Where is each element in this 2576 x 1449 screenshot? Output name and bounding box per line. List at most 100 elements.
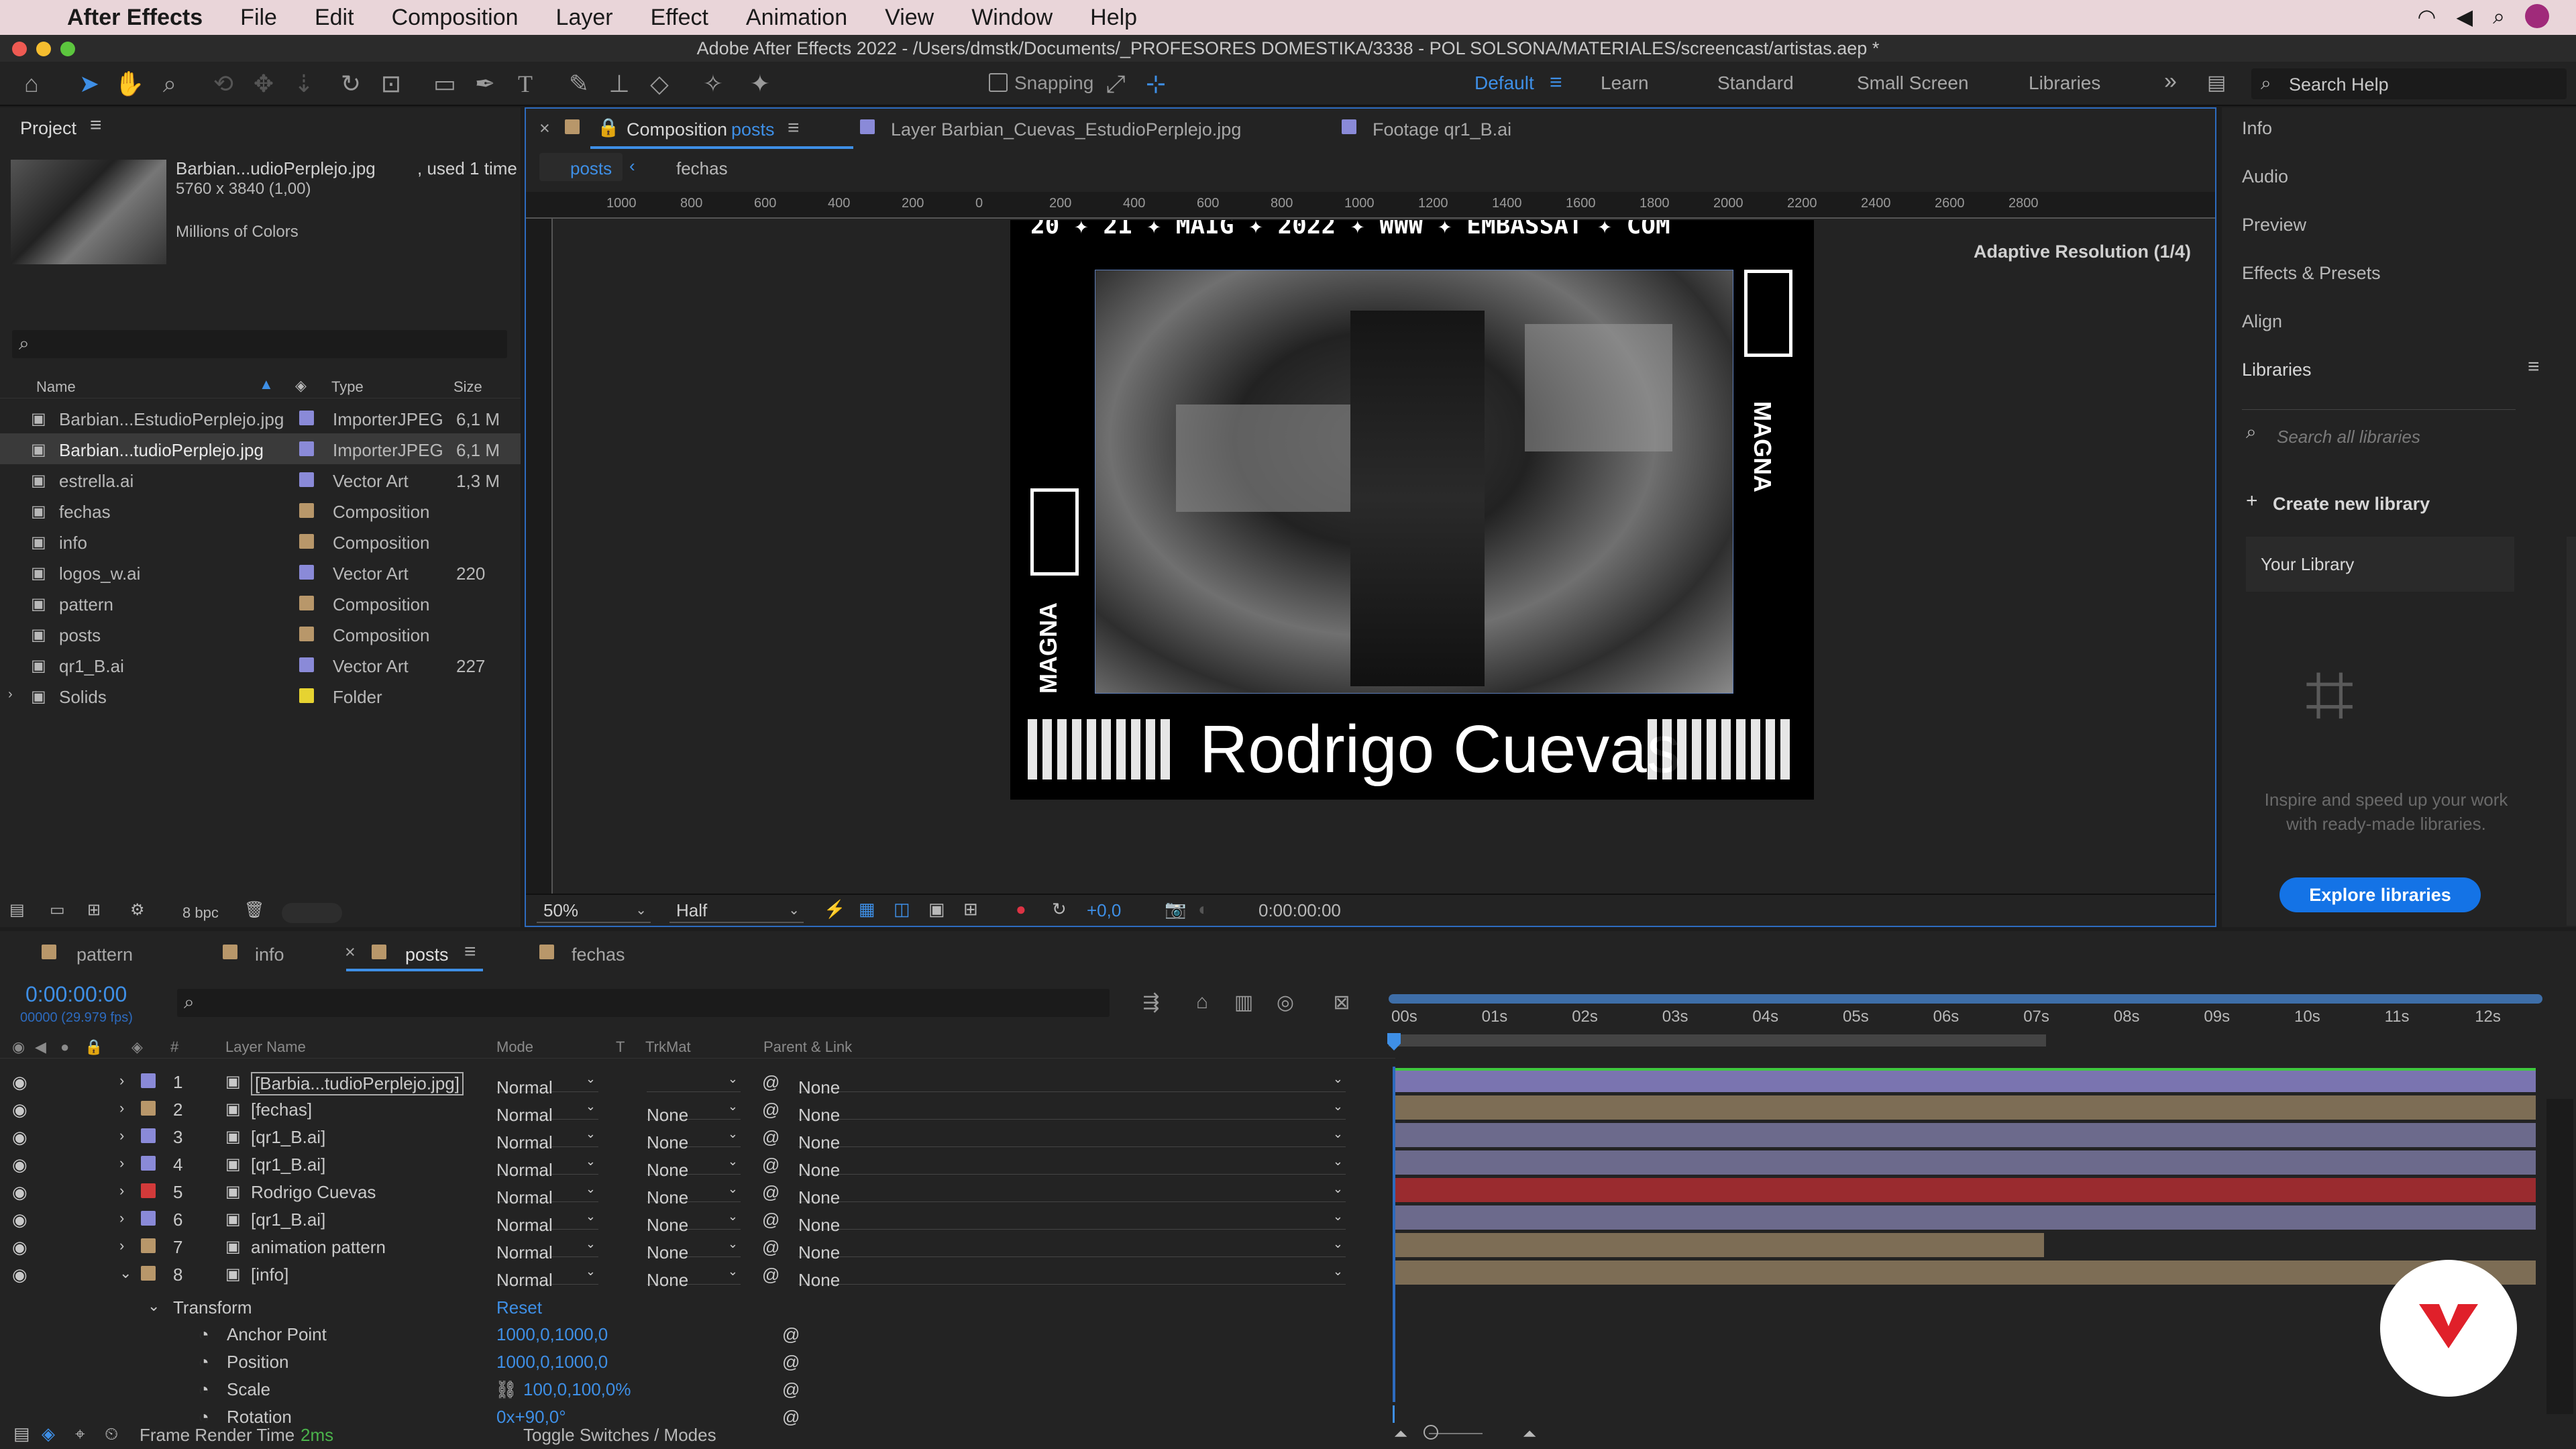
blend-mode-dropdown[interactable]: Normal ⌄ bbox=[496, 1265, 598, 1290]
breadcrumb-posts[interactable]: posts bbox=[570, 158, 612, 179]
property-value[interactable]: 1000,0,1000,0 bbox=[496, 1324, 608, 1345]
solo-switch-icon[interactable]: ● bbox=[60, 1038, 69, 1056]
comp-tab-menu-icon[interactable]: ≡ bbox=[788, 117, 800, 140]
layer-name[interactable]: [qr1_B.ai] bbox=[251, 1155, 325, 1175]
parent-dropdown[interactable]: None ⌄ bbox=[798, 1072, 1346, 1097]
twirl-arrow-icon[interactable]: › bbox=[119, 1099, 124, 1117]
motion-blur-icon[interactable]: ◎ bbox=[1272, 989, 1299, 1016]
rectangle-tool-icon[interactable]: ▭ bbox=[429, 68, 460, 99]
project-item[interactable]: ▣ qr1_B.ai Vector Art 227 bbox=[0, 649, 521, 680]
breadcrumb-fechas[interactable]: fechas bbox=[676, 158, 728, 179]
transform-property[interactable]: ◔ Position 1000,0,1000,0 @ bbox=[0, 1346, 1395, 1374]
pickwhip-icon[interactable]: @ bbox=[782, 1352, 800, 1373]
timeline-scrollbar[interactable] bbox=[2546, 1099, 2573, 1414]
playhead[interactable] bbox=[1393, 1067, 1395, 1402]
blend-mode-dropdown[interactable]: Normal ⌄ bbox=[496, 1182, 598, 1208]
video-switch-icon[interactable]: ◉ bbox=[12, 1038, 25, 1056]
explore-libraries-button[interactable]: Explore libraries bbox=[2279, 877, 2481, 912]
blend-mode-dropdown[interactable]: Normal ⌄ bbox=[496, 1099, 598, 1125]
help-search-input[interactable]: ⌕ Search Help bbox=[2251, 68, 2567, 99]
reset-exposure-icon[interactable]: ↻ bbox=[1052, 899, 1067, 920]
project-item[interactable]: ▣ info Composition bbox=[0, 526, 521, 557]
timeline-tab-info[interactable]: info bbox=[255, 945, 284, 965]
layer-duration-bar[interactable] bbox=[1393, 1150, 2536, 1175]
pen-tool-icon[interactable]: ✒ bbox=[470, 68, 500, 99]
column-parent[interactable]: Parent & Link bbox=[763, 1038, 852, 1056]
comp-tab-name[interactable]: posts bbox=[731, 119, 775, 140]
pan-behind-tool-icon[interactable]: ⊡ bbox=[376, 68, 407, 99]
poster-photo[interactable] bbox=[1095, 270, 1733, 694]
eye-icon[interactable]: ◉ bbox=[12, 1237, 28, 1258]
blend-mode-dropdown[interactable]: Normal ⌄ bbox=[496, 1210, 598, 1235]
draft-3d-icon[interactable]: ⌂ bbox=[1189, 989, 1216, 1016]
twirl-arrow-icon[interactable]: ⌄ bbox=[119, 1265, 131, 1282]
project-item[interactable]: ▣ Barbian...tudioPerplejo.jpg ImporterJPEG… bbox=[0, 433, 521, 464]
audio-switch-icon[interactable]: ◀ bbox=[35, 1038, 46, 1056]
pickwhip-icon[interactable]: @ bbox=[762, 1182, 780, 1203]
pickwhip-icon[interactable]: @ bbox=[762, 1155, 780, 1175]
menu-effect[interactable]: Effect bbox=[651, 5, 708, 31]
timeline-tab-pattern[interactable]: pattern bbox=[76, 945, 133, 965]
menu-edit[interactable]: Edit bbox=[315, 5, 354, 31]
layer-name[interactable]: [info] bbox=[251, 1265, 288, 1285]
track-matte-dropdown[interactable]: ⌄ bbox=[647, 1072, 741, 1092]
column-size[interactable]: Size bbox=[453, 378, 482, 396]
layer-duration-bar[interactable] bbox=[1393, 1233, 2045, 1257]
layer-row[interactable]: ◉ › 5 ▣ Rodrigo Cuevas Normal ⌄ None ⌄ @ None ⌄ bbox=[0, 1177, 1395, 1208]
project-tab[interactable]: Project bbox=[20, 118, 76, 139]
blend-mode-dropdown[interactable]: Normal ⌄ bbox=[496, 1072, 598, 1097]
eye-icon[interactable]: ◉ bbox=[12, 1155, 28, 1175]
pickwhip-icon[interactable]: @ bbox=[762, 1210, 780, 1230]
stopwatch-icon[interactable]: ◔ bbox=[199, 1379, 209, 1400]
rotate-tool-icon[interactable]: ↻ bbox=[335, 68, 366, 99]
close-window-button[interactable] bbox=[12, 42, 27, 56]
eye-icon[interactable]: ◉ bbox=[12, 1265, 28, 1285]
render-time-icon[interactable]: ⏲ bbox=[105, 1424, 118, 1445]
menu-animation[interactable]: Animation bbox=[746, 5, 847, 31]
poster-canvas[interactable]: 20 ✦ 21 ✦ MAIG ✦ 2022 ✦ WWW ✦ EMBASSAT ✦… bbox=[1010, 220, 1814, 800]
menu-help[interactable]: Help bbox=[1090, 5, 1137, 31]
project-item[interactable]: ▣ fechas Composition bbox=[0, 495, 521, 526]
orbit-tool-icon[interactable]: ⟲ bbox=[208, 68, 239, 99]
pickwhip-icon[interactable]: @ bbox=[762, 1127, 780, 1148]
workspace-learn[interactable]: Learn bbox=[1601, 72, 1649, 94]
panel-align[interactable]: Align bbox=[2242, 311, 2282, 332]
parent-dropdown[interactable]: None ⌄ bbox=[798, 1099, 1346, 1125]
parent-dropdown[interactable]: None ⌄ bbox=[798, 1210, 1346, 1235]
exposure-value[interactable]: +0,0 bbox=[1087, 900, 1121, 921]
menu-view[interactable]: View bbox=[885, 5, 934, 31]
workspace-standard[interactable]: Standard bbox=[1717, 72, 1794, 94]
track-matte-dropdown[interactable]: None ⌄ bbox=[647, 1127, 741, 1152]
column-layer-name[interactable]: Layer Name bbox=[225, 1038, 306, 1056]
project-item[interactable]: ▣ estrella.ai Vector Art 1,3 M bbox=[0, 464, 521, 495]
layer-duration-bar[interactable] bbox=[1393, 1260, 2536, 1285]
transform-property[interactable]: ◔ Anchor Point 1000,0,1000,0 @ bbox=[0, 1319, 1395, 1346]
parent-dropdown[interactable]: None ⌄ bbox=[798, 1265, 1346, 1290]
create-library-button[interactable]: Create new library bbox=[2273, 494, 2430, 515]
close-tab-icon[interactable]: × bbox=[345, 942, 356, 963]
timeline-menu-icon[interactable]: ≡ bbox=[464, 941, 476, 963]
blend-mode-dropdown[interactable]: Normal ⌄ bbox=[496, 1155, 598, 1180]
toggle-switches-modes[interactable]: Toggle Switches / Modes bbox=[523, 1425, 716, 1446]
timeline-tab-fechas[interactable]: fechas bbox=[572, 945, 625, 965]
pickwhip-icon[interactable]: @ bbox=[762, 1072, 780, 1093]
new-folder-icon[interactable]: ▭ bbox=[50, 900, 65, 920]
delete-icon[interactable]: 🗑 bbox=[244, 900, 264, 920]
project-menu-icon[interactable]: ≡ bbox=[90, 114, 102, 137]
work-area-range[interactable] bbox=[1389, 1034, 2046, 1046]
label-column-icon[interactable]: ◈ bbox=[131, 1038, 143, 1056]
hand-tool-icon[interactable]: ✋ bbox=[114, 68, 145, 99]
blend-mode-dropdown[interactable]: Normal ⌄ bbox=[496, 1237, 598, 1263]
lock-icon[interactable]: 🔒 bbox=[597, 117, 620, 138]
layer-name[interactable]: animation pattern bbox=[251, 1237, 386, 1258]
eye-icon[interactable]: ◉ bbox=[12, 1127, 28, 1148]
comp-mini-flowchart-icon[interactable]: ⇶ bbox=[1138, 989, 1165, 1016]
track-matte-dropdown[interactable]: None ⌄ bbox=[647, 1210, 741, 1235]
search-icon[interactable]: ⌕ bbox=[2493, 4, 2505, 30]
track-matte-dropdown[interactable]: None ⌄ bbox=[647, 1237, 741, 1263]
minimize-window-button[interactable] bbox=[36, 42, 51, 56]
layer-row[interactable]: ◉ › 4 ▣ [qr1_B.ai] Normal ⌄ None ⌄ @ None ⌄ bbox=[0, 1149, 1395, 1180]
grid-guides-icon[interactable]: ⊞ bbox=[963, 899, 978, 920]
snap-toggle-icon[interactable]: ⊹ bbox=[1140, 68, 1171, 99]
work-area-bar[interactable] bbox=[1389, 994, 2542, 1004]
